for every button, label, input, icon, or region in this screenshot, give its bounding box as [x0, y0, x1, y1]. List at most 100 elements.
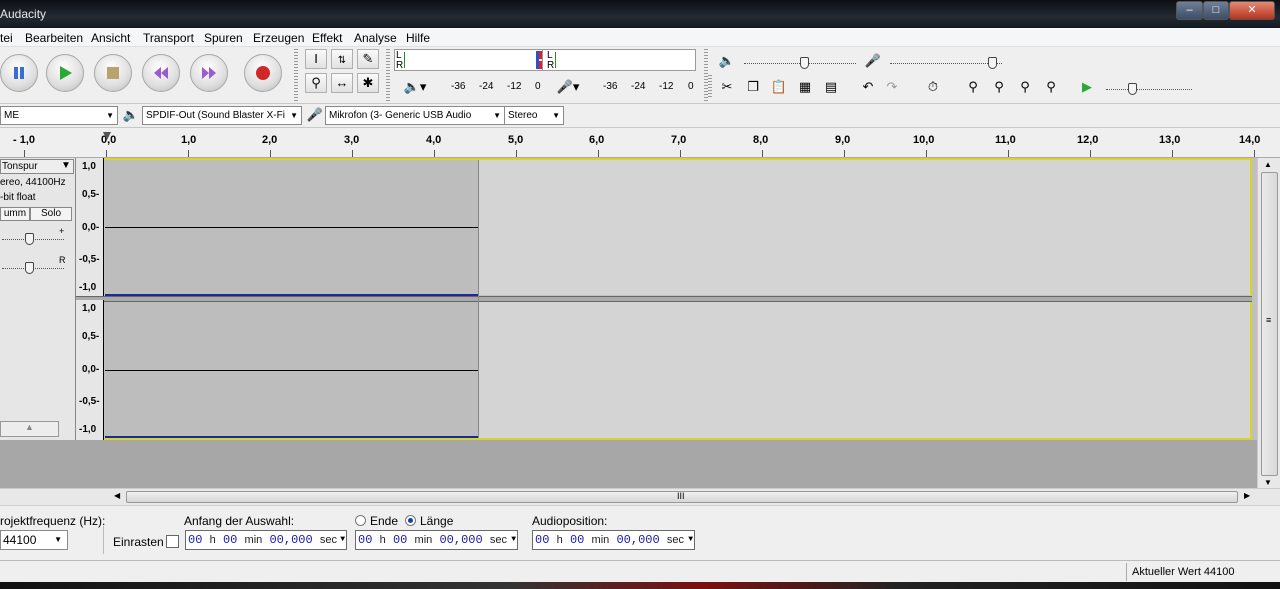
speaker-dropdown[interactable]: 🔈▾: [398, 77, 432, 97]
record-button[interactable]: [244, 54, 282, 92]
status-actual-rate: Aktueller Wert 44100: [1132, 566, 1235, 578]
draw-tool[interactable]: ✎: [357, 49, 379, 69]
ruler-tick-label: 9,0: [835, 134, 851, 146]
track-menu-button[interactable]: Tonspur ▼: [0, 159, 74, 174]
end-option-label: Ende: [370, 514, 399, 528]
playback-meter[interactable]: L R: [394, 49, 546, 71]
playback-volume-thumb[interactable]: [800, 57, 809, 69]
zoom-in-button[interactable]: ⚲: [962, 77, 984, 97]
selection-length-timecode[interactable]: 00 h 00 min 00,000 sec ▼: [355, 530, 518, 550]
fit-selection-button[interactable]: ⚲: [1014, 77, 1036, 97]
toolbar-grip[interactable]: [294, 49, 298, 101]
chevron-down-icon: ▼: [106, 111, 114, 120]
audio-position-timecode[interactable]: 00 h 00 min 00,000 sec ▼: [532, 530, 695, 550]
timeline-ruler[interactable]: - 1,0 0,0 1,0 2,0 3,0 4,0 5,0 6,0 7,0 8,…: [0, 128, 1280, 158]
chevron-down-icon[interactable]: ▼: [340, 531, 345, 549]
trim-button[interactable]: ▦: [794, 77, 816, 97]
grip-icon: III: [677, 491, 685, 501]
redo-button[interactable]: ↷: [881, 77, 903, 97]
project-rate-select[interactable]: 44100 ▼: [0, 530, 68, 550]
menu-bar: tei Bearbeiten Ansicht Transport Spuren …: [0, 28, 1280, 47]
multi-tool[interactable]: ✱: [357, 73, 379, 93]
skip-to-start-button[interactable]: [142, 54, 180, 92]
output-device-select[interactable]: SPDIF-Out (Sound Blaster X-Fi ▼: [142, 106, 302, 125]
vertical-scroll-thumb[interactable]: ≡: [1261, 172, 1278, 476]
solo-button[interactable]: Solo: [30, 207, 72, 221]
play-at-speed-button[interactable]: ▶: [1076, 77, 1098, 97]
play-button[interactable]: [46, 54, 84, 92]
audio-host-select[interactable]: ME ▼: [0, 106, 118, 125]
undo-button[interactable]: ↶: [857, 77, 879, 97]
horizontal-scrollbar[interactable]: ◀ III ▶: [0, 488, 1280, 505]
vertical-scrollbar[interactable]: ▲ ≡ ▼: [1257, 158, 1280, 488]
scroll-up-icon[interactable]: ▲: [1264, 160, 1272, 169]
scroll-down-icon[interactable]: ▼: [1264, 478, 1272, 487]
silence-button[interactable]: ▤: [820, 77, 842, 97]
scale-label: 0,0-: [82, 364, 100, 375]
record-meter[interactable]: L R: [542, 49, 696, 71]
gain-slider-thumb[interactable]: [25, 233, 34, 245]
envelope-tool[interactable]: ⇅: [331, 49, 353, 69]
toolbar-grip[interactable]: [708, 75, 712, 99]
menu-effect[interactable]: Effekt: [312, 31, 342, 45]
copy-icon: ❐: [747, 79, 759, 94]
play-speed-slider[interactable]: [1106, 89, 1192, 90]
horizontal-scroll-thumb[interactable]: III: [126, 491, 1238, 503]
vertical-scale-left: 1,0 0,5- 0,0- -0,5- -1,0: [76, 158, 104, 296]
fit-project-button[interactable]: ⚲: [1040, 77, 1062, 97]
menu-file[interactable]: tei: [0, 31, 13, 45]
selection-tool[interactable]: I: [305, 49, 327, 69]
stop-icon: [107, 67, 119, 79]
tc-minutes: 00: [392, 533, 408, 547]
waveform-channel-right[interactable]: [478, 302, 1250, 438]
silence-icon: ▤: [824, 79, 838, 94]
zoom-tool[interactable]: ⚲: [305, 73, 327, 93]
minimize-button[interactable]: –: [1176, 1, 1203, 20]
tc-hours-unit: h: [379, 534, 386, 546]
copy-button[interactable]: ❐: [742, 77, 764, 97]
pause-button[interactable]: [0, 54, 38, 92]
waveform-channel-left[interactable]: [478, 160, 1250, 295]
chevron-down-icon[interactable]: ▼: [511, 531, 516, 549]
record-volume-thumb[interactable]: [988, 57, 997, 69]
menu-transport[interactable]: Transport: [143, 31, 194, 45]
track-control-panel[interactable]: Tonspur ▼ ereo, 44100Hz -bit float umm S…: [0, 158, 76, 440]
selection-start-timecode[interactable]: 00 h 00 min 00,000 sec ▼: [185, 530, 347, 550]
record-volume-slider[interactable]: [890, 63, 1002, 64]
maximize-button[interactable]: □: [1203, 1, 1229, 20]
audio-position-label: Audioposition:: [532, 514, 608, 528]
collapse-track-button[interactable]: ▲: [0, 421, 59, 437]
menu-edit[interactable]: Bearbeiten: [25, 31, 83, 45]
toolbar-grip[interactable]: [386, 49, 390, 101]
input-device-select[interactable]: Mikrofon (3- Generic USB Audio ▼: [325, 106, 505, 125]
end-radio[interactable]: [355, 515, 366, 526]
length-radio[interactable]: [405, 515, 416, 526]
chevron-down-icon[interactable]: ▼: [688, 531, 693, 549]
zoom-out-icon: ⚲: [994, 79, 1004, 94]
close-button[interactable]: ✕: [1229, 1, 1275, 20]
menu-analyze[interactable]: Analyse: [354, 31, 397, 45]
input-channels-select[interactable]: Stereo ▼: [504, 106, 564, 125]
paste-button[interactable]: 📋: [768, 77, 790, 97]
empty-track-space[interactable]: [0, 440, 1257, 488]
menu-view[interactable]: Ansicht: [91, 31, 130, 45]
trim-icon: ▦: [798, 79, 812, 94]
menu-generate[interactable]: Erzeugen: [253, 31, 304, 45]
speaker-icon: 🔈▾: [403, 79, 427, 94]
cut-button[interactable]: ✂: [716, 77, 738, 97]
track-area[interactable]: [0, 158, 1257, 440]
sync-lock-button[interactable]: ⏱: [922, 77, 944, 97]
menu-tracks[interactable]: Spuren: [204, 31, 243, 45]
timeshift-tool[interactable]: ↔: [331, 73, 353, 93]
stop-button[interactable]: [94, 54, 132, 92]
zoom-out-button[interactable]: ⚲: [988, 77, 1010, 97]
mute-button[interactable]: umm: [0, 207, 30, 221]
scroll-right-icon[interactable]: ▶: [1244, 491, 1250, 500]
scroll-left-icon[interactable]: ◀: [114, 491, 120, 500]
microphone-dropdown[interactable]: 🎤▾: [549, 77, 587, 97]
skip-to-end-button[interactable]: [190, 54, 228, 92]
play-speed-thumb[interactable]: [1128, 83, 1137, 95]
menu-help[interactable]: Hilfe: [406, 31, 430, 45]
snap-to-checkbox[interactable]: [166, 535, 179, 548]
pan-slider-thumb[interactable]: [25, 262, 34, 274]
